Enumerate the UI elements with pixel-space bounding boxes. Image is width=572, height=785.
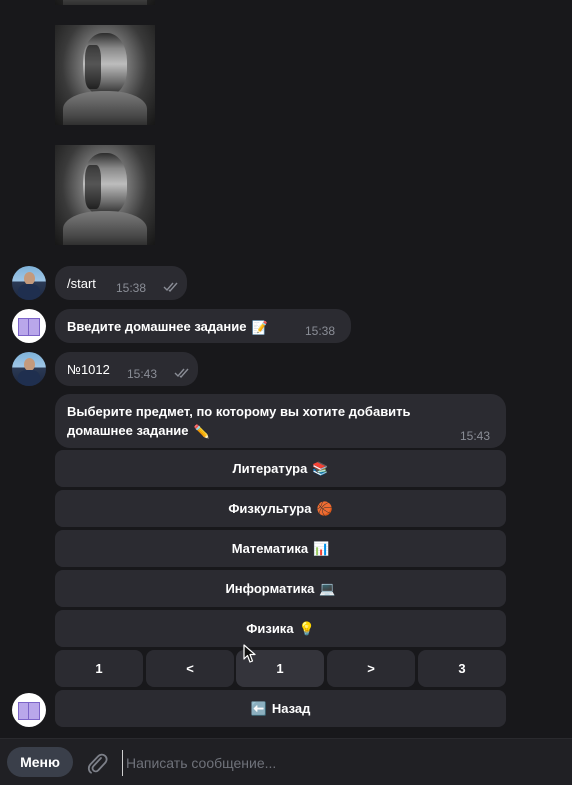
pager-next-button[interactable]: >: [327, 650, 415, 687]
user-avatar[interactable]: [12, 266, 46, 300]
book-icon: [18, 318, 40, 336]
book-icon: [18, 702, 40, 720]
photo-message[interactable]: [55, 25, 155, 125]
pager-prev-button[interactable]: <: [146, 650, 234, 687]
read-checkmarks-icon: [163, 282, 178, 292]
message-composer: Меню: [0, 738, 572, 785]
photo-message[interactable]: [55, 0, 155, 5]
chat-area: /start 15:38 Введите домашнее задание 📝 1…: [0, 0, 572, 738]
message-text: Введите домашнее задание 📝: [67, 319, 268, 336]
pager-last-button[interactable]: 3: [418, 650, 506, 687]
mouse-cursor-icon: [243, 644, 256, 663]
keyboard-button-informatics[interactable]: Информатика 💻: [55, 570, 506, 607]
menu-button[interactable]: Меню: [7, 747, 73, 777]
message-bubble: №1012 15:43: [55, 352, 198, 386]
message-text: /start: [67, 276, 96, 291]
message-time: 15:43: [127, 367, 158, 381]
light-bulb-icon: 💡: [298, 620, 315, 636]
books-icon: 📚: [312, 460, 329, 476]
user-avatar[interactable]: [12, 352, 46, 386]
attach-paperclip-icon[interactable]: [86, 751, 108, 775]
read-checkmarks-icon: [174, 368, 189, 378]
message-time: 15:38: [116, 281, 147, 295]
message-input[interactable]: [122, 750, 558, 776]
laptop-icon: 💻: [319, 580, 336, 596]
pencil-icon: ✏️: [193, 424, 210, 440]
pager-first-button[interactable]: 1: [55, 650, 143, 687]
bar-chart-icon: 📊: [313, 540, 330, 556]
message-time: 15:38: [305, 324, 336, 338]
keyboard-button-pe[interactable]: Физкультура 🏀: [55, 490, 506, 527]
message-text: домашнее задание ✏️: [67, 423, 210, 440]
message-time: 15:43: [460, 429, 491, 443]
bot-avatar[interactable]: [12, 693, 46, 727]
back-arrow-icon: ⬅️: [250, 700, 267, 716]
basketball-icon: 🏀: [316, 500, 333, 516]
message-text: №1012: [67, 362, 110, 377]
keyboard-button-physics[interactable]: Физика 💡: [55, 610, 506, 647]
message-bubble: Введите домашнее задание 📝 15:38: [55, 309, 351, 343]
keyboard-button-math[interactable]: Математика 📊: [55, 530, 506, 567]
memo-icon: 📝: [251, 320, 268, 336]
photo-message[interactable]: [55, 145, 155, 245]
message-text: Выберите предмет, по которому вы хотите …: [67, 404, 411, 419]
message-bubble: /start 15:38: [55, 266, 187, 300]
message-bubble: Выберите предмет, по которому вы хотите …: [55, 394, 506, 448]
keyboard-button-literature[interactable]: Литература 📚: [55, 450, 506, 487]
keyboard-button-back[interactable]: ⬅️ Назад: [55, 690, 506, 727]
bot-avatar[interactable]: [12, 309, 46, 343]
